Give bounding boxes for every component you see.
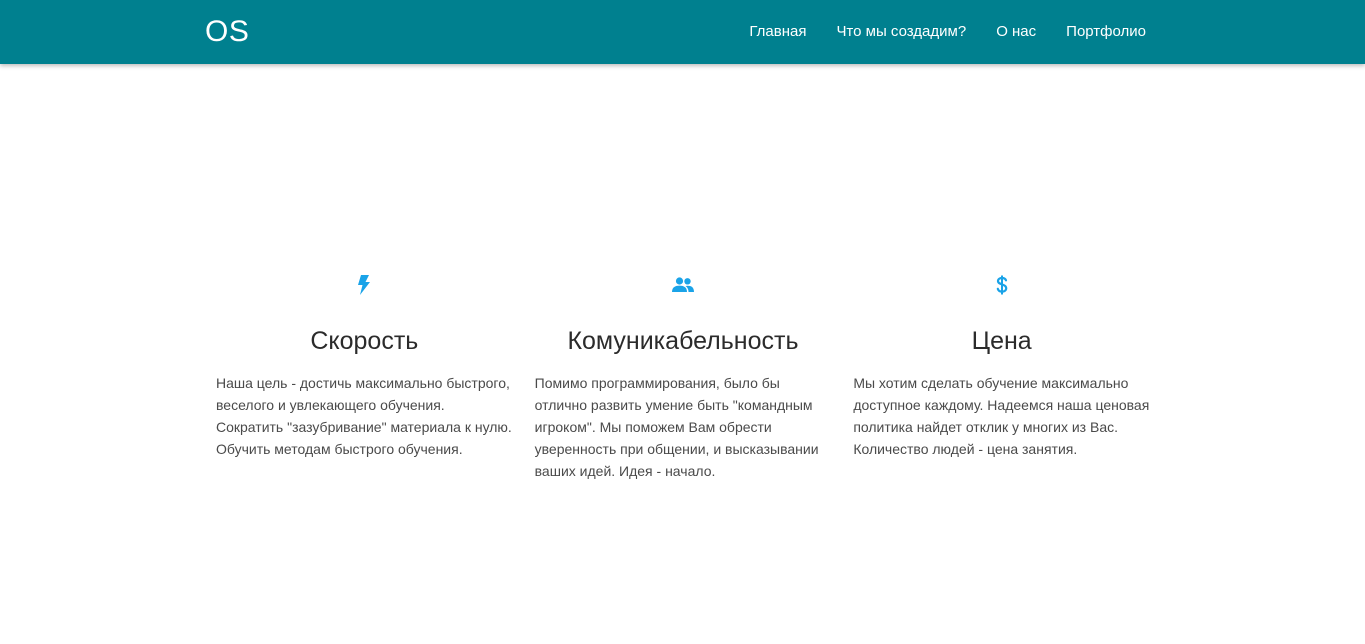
feature-text: Мы хотим сделать обучение максимально до… (853, 375, 1150, 457)
bolt-icon (216, 270, 513, 300)
feature-communication: Комуникабельность Помимо программировани… (524, 270, 843, 482)
people-icon (535, 270, 832, 300)
brand-logo[interactable]: OS (205, 14, 249, 50)
feature-text: Наша цель - достичь максимально быстрого… (216, 375, 512, 457)
nav-link-portfolio[interactable]: Портфолио (1066, 23, 1146, 40)
nav-item-home: Главная (749, 22, 806, 42)
feature-price: Цена Мы хотим сделать обучение максималь… (842, 270, 1161, 482)
features-section: Скорость Наша цель - достичь максимально… (205, 270, 1161, 482)
navbar: OS Главная Что мы создадим? О нас Портфо… (0, 0, 1365, 64)
nav-item-what-we-create: Что мы создадим? (836, 22, 966, 42)
feature-title: Скорость (310, 327, 419, 355)
nav-link-what-we-create[interactable]: Что мы создадим? (836, 23, 966, 40)
feature-text: Помимо программирования, было бы отлично… (534, 375, 819, 479)
dollar-icon (853, 270, 1150, 300)
nav-item-about: О нас (996, 22, 1036, 42)
feature-title: Комуникабельность (567, 327, 799, 355)
nav-link-about[interactable]: О нас (996, 23, 1036, 40)
nav-menu: Главная Что мы создадим? О нас Портфолио (749, 0, 1146, 64)
nav-link-home[interactable]: Главная (749, 23, 806, 40)
feature-title: Цена (971, 327, 1032, 355)
feature-speed: Скорость Наша цель - достичь максимально… (205, 270, 524, 482)
nav-item-portfolio: Портфолио (1066, 22, 1146, 42)
